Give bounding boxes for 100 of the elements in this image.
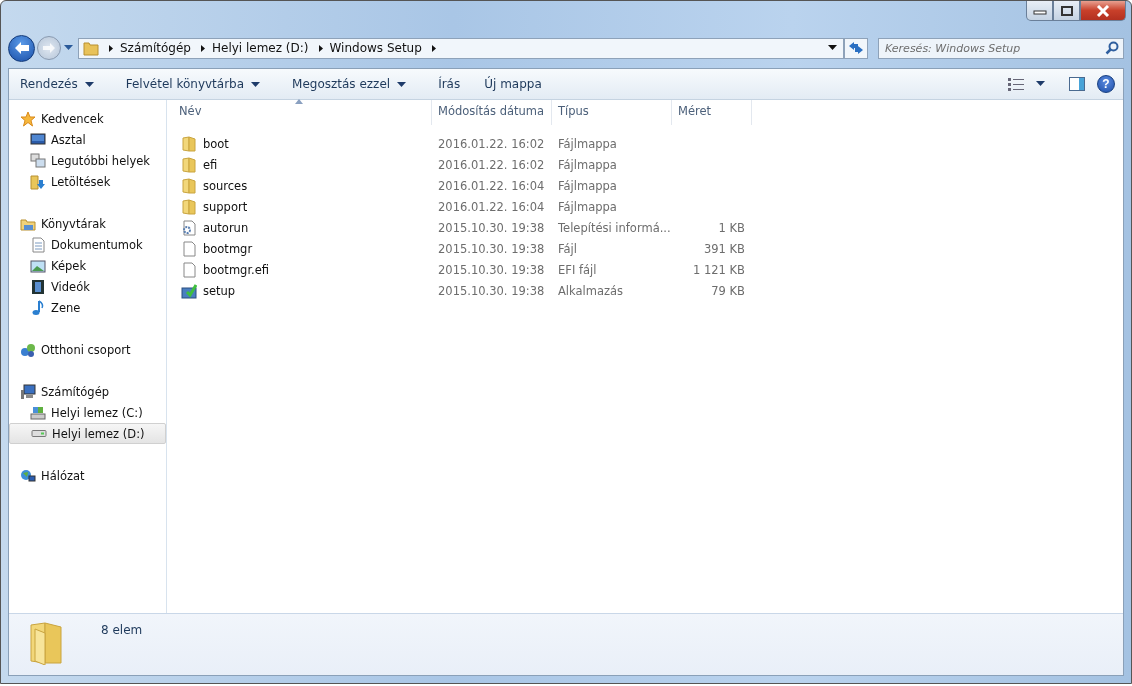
sidebar-item[interactable]: Dokumentumok [9,234,166,255]
file-row[interactable]: efi 2016.01.22. 16:02 Fájlmappa [167,154,1123,175]
file-name: sources [203,178,248,193]
computer-icon [20,383,36,400]
right-arrow-icon [42,42,56,54]
folder-icon [181,177,197,194]
sidebar-item[interactable]: Kedvencek [9,108,166,129]
search-icon [1105,40,1119,55]
file-row[interactable]: setup 2015.10.30. 19:38 Alkalmazás 79 KB [167,280,1123,301]
column-header[interactable]: Méret [672,100,752,125]
column-header[interactable]: Típus [552,100,672,125]
modified-date: 2016.01.22. 16:02 [438,136,545,151]
chevron-icon [109,44,114,52]
file-type: Fájl [558,241,577,256]
file-row[interactable]: bootmgr.efi 2015.10.30. 19:38 EFI fájl 1 121 KB [167,259,1123,280]
folder-icon [181,135,197,152]
file-type: Alkalmazás [558,283,624,298]
chevron-icon [200,44,206,52]
modified-date: 2016.01.22. 16:04 [438,199,545,214]
document-icon [30,236,46,253]
sidebar-item[interactable]: Videók [9,276,166,297]
view-options-button[interactable] [1006,75,1026,93]
music-note-icon [30,299,46,316]
column-header[interactable]: Módosítás dátuma [432,100,552,125]
toolbar-button[interactable]: Felvétel könyvtárba [120,74,266,94]
sidebar-item[interactable]: Helyi lemez (D:) [9,423,166,444]
sidebar-item[interactable]: Letöltések [9,171,166,192]
folder-icon [181,198,197,215]
preview-pane-icon [1069,77,1085,91]
drive-icon [30,404,46,421]
sidebar-item[interactable]: Könyvtárak [9,213,166,234]
item-count: 8 elem [101,623,143,637]
file-name: boot [203,136,229,151]
breadcrumb[interactable]: Számítógép [120,41,191,55]
network-globe-icon [20,341,36,358]
breadcrumb[interactable]: Helyi lemez (D:) [211,41,309,55]
left-arrow-icon [13,41,30,55]
close-button[interactable] [1080,1,1126,21]
column-header[interactable]: Név [167,100,432,125]
sidebar-item[interactable]: Képek [9,255,166,276]
file-name: setup [203,283,236,298]
maximize-button[interactable] [1053,1,1080,21]
sort-arrow-icon [295,99,303,104]
toolbar-button[interactable]: Rendezés [15,74,99,94]
file-icon [181,261,197,278]
modified-date: 2016.01.22. 16:02 [438,157,545,172]
modified-date: 2016.01.22. 16:04 [438,178,545,193]
file-type: EFI fájl [558,262,597,277]
breadcrumb[interactable]: Windows Setup [329,41,422,55]
address-bar[interactable]: Számítógép Helyi lemez (D:) Windows Setup [78,37,844,59]
back-button[interactable] [8,34,35,62]
sidebar-item[interactable]: Hálózat [9,465,166,486]
help-button[interactable]: ? [1097,75,1115,93]
sidebar-item[interactable]: Számítógép [9,381,166,402]
star-icon [20,110,36,127]
download-folder-icon [30,173,46,190]
caret-icon[interactable] [1036,81,1045,87]
history-dropdown-icon[interactable] [64,45,73,51]
installer-icon [181,282,197,299]
sidebar-item[interactable]: Helyi lemez (C:) [9,402,166,423]
caret-icon [397,81,407,87]
refresh-arrows-icon [848,41,864,55]
sidebar-item[interactable]: Asztal [9,129,166,150]
file-row[interactable]: sources 2016.01.22. 16:04 Fájlmappa [167,175,1123,196]
folder-icon [83,40,99,56]
caret-icon [251,81,261,87]
sidebar-item[interactable]: Otthoni csoport [9,339,166,360]
file-row[interactable]: support 2016.01.22. 16:04 Fájlmappa [167,196,1123,217]
maximize-icon [1059,5,1074,16]
file-row[interactable]: bootmgr 2015.10.30. 19:38 Fájl 391 KB [167,238,1123,259]
globe-monitor-icon [20,467,36,484]
file-type: Fájlmappa [558,178,617,193]
search-field[interactable]: Keresés: Windows Setup [878,37,1124,59]
toolbar-button[interactable]: Megosztás ezzel [287,74,412,94]
folder-icon [181,156,197,173]
caret-icon [84,81,94,87]
sidebar-item[interactable]: Zene [9,297,166,318]
refresh-button[interactable] [844,37,868,59]
modified-date: 2015.10.30. 19:38 [438,241,545,256]
recent-places-icon [30,152,46,169]
file-type: Fájlmappa [558,199,617,214]
file-type: Telepítési informá... [558,220,671,235]
file-name: support [203,199,248,214]
file-type: Fájlmappa [558,157,617,172]
sidebar-item[interactable]: Legutóbbi helyek [9,150,166,171]
file-name: bootmgr.efi [203,262,270,277]
details-view-icon [1008,77,1024,91]
toolbar-button[interactable]: Új mappa [479,74,547,94]
file-row[interactable]: boot 2016.01.22. 16:02 Fájlmappa [167,133,1123,154]
file-size: 391 KB [703,241,745,256]
dropdown-icon[interactable] [828,45,837,51]
preview-pane-button[interactable] [1067,75,1087,93]
file-size: 1 121 KB [693,262,745,277]
file-icon [181,240,197,257]
chevron-icon [318,44,324,52]
toolbar-button[interactable]: Írás [433,74,466,94]
desktop-icon [30,131,46,148]
modified-date: 2015.10.30. 19:38 [438,220,545,235]
picture-icon [30,257,46,274]
file-row[interactable]: autorun 2015.10.30. 19:38 Telepítési informá... 1 KB [167,217,1123,238]
